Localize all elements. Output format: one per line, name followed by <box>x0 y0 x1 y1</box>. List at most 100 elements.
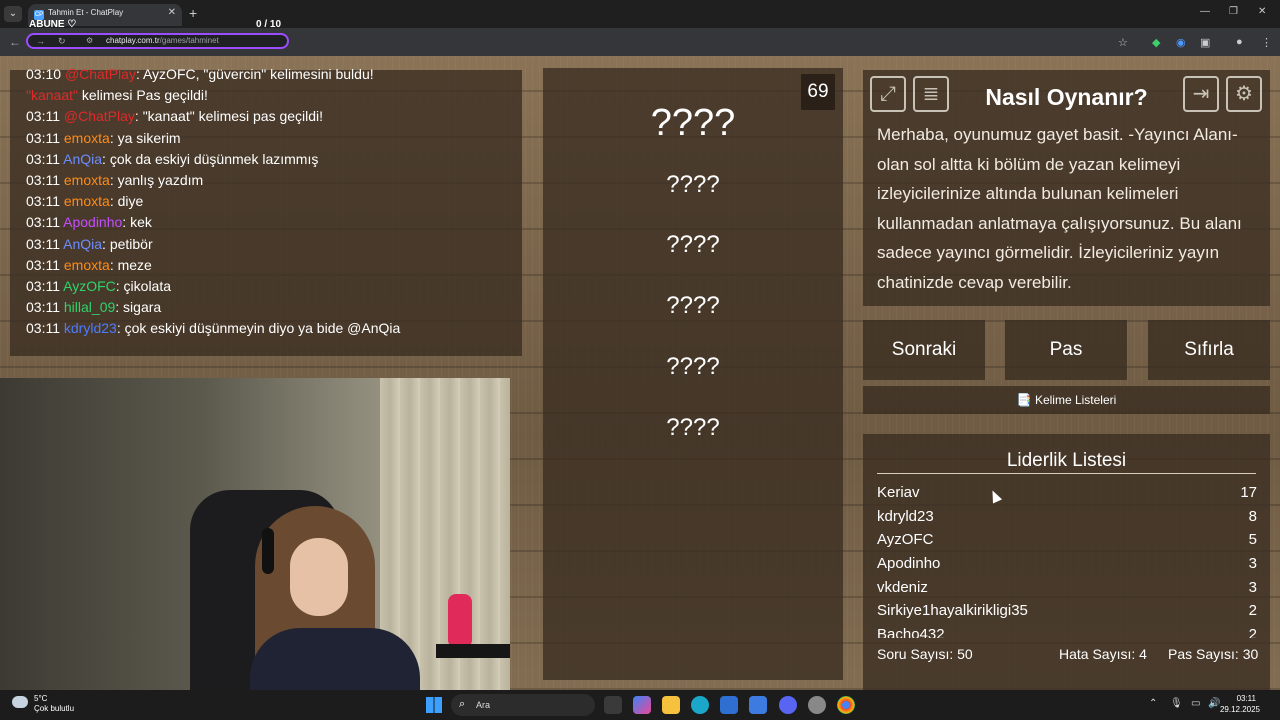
minimize-icon[interactable]: — <box>1200 6 1210 17</box>
back-icon[interactable]: ← <box>9 35 21 49</box>
chat-username[interactable]: AyzOFC <box>63 278 116 294</box>
chat-message: 03:11 hillal_09: sigara <box>26 299 161 315</box>
leaderboard-score: 5 <box>1248 531 1257 549</box>
chat-username[interactable]: AnQia <box>63 236 102 252</box>
words-panel: ???? ???? ???? ???? ???? ???? 69 <box>543 68 843 680</box>
store-icon[interactable] <box>720 696 738 714</box>
url-input[interactable]: → ↻ ⚙ chatplay.com.tr/games/tahminet <box>26 33 289 49</box>
target-word: ???? <box>650 102 736 144</box>
chat-message: 03:11 emoxta: diye <box>26 193 143 209</box>
chat-text: : petibör <box>102 235 153 252</box>
pass-button[interactable]: Pas <box>1005 320 1127 380</box>
chat-username[interactable]: AnQia <box>63 151 102 167</box>
forward-icon[interactable]: → <box>36 36 45 46</box>
chrome-icon[interactable] <box>837 696 855 714</box>
exit-icon[interactable]: ⇥ <box>1183 76 1219 112</box>
leaderboard-name: vkdeniz <box>877 578 928 596</box>
forbidden-word: ???? <box>666 171 720 198</box>
chat-username[interactable]: emoxta <box>64 193 110 209</box>
url-text: chatplay.com.tr/games/tahminet <box>106 36 219 45</box>
chat-username[interactable]: @ChatPlay <box>65 66 136 82</box>
file-explorer-icon[interactable] <box>662 696 680 714</box>
leaderboard-score: 2 <box>1248 626 1257 638</box>
copilot-icon[interactable] <box>633 696 651 714</box>
word-lists-button[interactable]: 📑 Kelime Listeleri <box>863 386 1270 414</box>
chat-message: 03:11 @ChatPlay: "kanaat" kelimesi pas g… <box>26 108 323 124</box>
tab-close-icon[interactable]: ✕ <box>168 7 176 18</box>
settings-gear-icon[interactable]: ⚙ <box>1226 76 1262 112</box>
leaderboard-row: Apodinho 3 <box>877 553 1257 577</box>
search-placeholder: Ara <box>476 700 491 710</box>
obs-icon[interactable] <box>808 696 826 714</box>
chat-username[interactable]: emoxta <box>64 257 110 273</box>
forbidden-word: ???? <box>666 292 720 319</box>
chat-timestamp: 03:11 <box>26 108 60 125</box>
site-info-icon[interactable]: ⚙ <box>86 36 93 45</box>
chat-timestamp: 03:11 <box>26 235 60 252</box>
forbidden-word: ???? <box>666 231 720 258</box>
leaderboard-row: AyzOFC 5 <box>877 529 1257 553</box>
chat-username[interactable]: @ChatPlay <box>64 108 135 124</box>
chat-message: 03:11 emoxta: yanlış yazdım <box>26 172 203 188</box>
chat-message: 03:11 AnQia: petibör <box>26 236 153 252</box>
chat-username[interactable]: emoxta <box>64 172 110 188</box>
extension-audio-icon[interactable]: ◉ <box>1176 36 1186 49</box>
extensions-puzzle-icon[interactable]: ▣ <box>1200 36 1210 49</box>
chat-text: : çikolata <box>115 278 172 294</box>
chat-username[interactable]: "kanaat" <box>26 87 78 103</box>
weather-desc: Çok bulutlu <box>34 704 75 713</box>
game-page: 03:10 @ChatPlay: AyzOFC, "güvercin" keli… <box>0 56 1280 690</box>
chat-panel: 03:10 @ChatPlay: AyzOFC, "güvercin" keli… <box>10 66 522 356</box>
countdown-timer: 69 <box>801 74 835 110</box>
leaderboard-list[interactable]: Keriav 17 kdryld23 8 AyzOFC 5 Apodinho 3 vkdeniz… <box>877 482 1257 638</box>
tab-search-icon[interactable]: ⌄ <box>4 6 22 22</box>
howto-panel: ⤢ ≣ Nasıl Oynanır? ⇥ ⚙ Merhaba, oyunumuz… <box>863 70 1270 306</box>
chat-text: : ya sikerim <box>109 129 181 146</box>
pass-count: Pas Sayısı: 30 <box>1168 646 1259 662</box>
mail-icon[interactable] <box>749 696 767 714</box>
chat-username[interactable]: emoxta <box>64 130 110 146</box>
browser-menu-icon[interactable]: ⋮ <box>1261 36 1272 49</box>
leaderboard-panel: Liderlik Listesi Keriav 17 kdryld23 8 AyzOFC… <box>863 434 1270 690</box>
webcam-microphone <box>448 594 472 648</box>
leaderboard-name: AyzOFC <box>877 531 934 549</box>
leaderboard-row: Sirkiye1hayalkirikligi35 2 <box>877 600 1257 624</box>
forbidden-word: ???? <box>666 353 720 380</box>
chat-message: 03:11 AnQia: çok da eskiyi düşünmek lazı… <box>26 151 318 167</box>
webcam-person-body <box>250 628 420 690</box>
discord-icon[interactable] <box>779 696 797 714</box>
leaderboard-name: Keriav <box>877 484 920 501</box>
leaderboard-score: 2 <box>1248 602 1257 620</box>
leaderboard-score: 3 <box>1248 578 1257 596</box>
chat-text: : yanlış yazdım <box>109 172 204 188</box>
chat-text: : çok da eskiyi düşünmek lazımmış <box>102 150 319 167</box>
profile-avatar-icon[interactable]: ● <box>1236 36 1243 48</box>
chat-username[interactable]: hillal_09 <box>64 299 115 315</box>
reset-button[interactable]: Sıfırla <box>1148 320 1270 380</box>
edge-icon[interactable] <box>691 696 709 714</box>
network-icon[interactable]: ▭ <box>1191 698 1200 709</box>
chat-username[interactable]: Apodinho <box>63 214 122 230</box>
chat-username[interactable]: kdryld23 <box>64 320 117 336</box>
microphone-icon[interactable]: 🎙 <box>1170 698 1183 709</box>
search-icon: ⌕ <box>459 698 466 710</box>
volume-icon[interactable]: 🔊 <box>1208 698 1220 709</box>
close-window-icon[interactable]: ✕ <box>1258 6 1266 17</box>
tray-overflow-icon[interactable]: ⌃ <box>1149 698 1157 709</box>
cloud-icon <box>12 696 28 708</box>
maximize-icon[interactable]: ❐ <box>1229 6 1238 17</box>
leaderboard-row: vkdeniz 3 <box>877 577 1257 601</box>
chat-timestamp: 03:11 <box>26 214 60 231</box>
url-host: chatplay.com.tr <box>106 36 160 45</box>
chat-timestamp: 03:11 <box>26 150 60 167</box>
new-tab-icon[interactable]: + <box>189 5 197 21</box>
task-view-icon[interactable] <box>604 696 622 714</box>
windows-start-icon[interactable] <box>426 697 442 713</box>
webcam-headset <box>262 528 274 574</box>
reload-icon[interactable]: ↻ <box>58 36 66 47</box>
chat-message: 03:11 AyzOFC: çikolata <box>26 278 171 294</box>
bookmark-star-icon[interactable]: ☆ <box>1118 36 1128 49</box>
next-button[interactable]: Sonraki <box>863 320 985 380</box>
extension-shield-icon[interactable]: ◆ <box>1152 36 1160 49</box>
taskbar-search[interactable]: ⌕ Ara <box>451 694 595 716</box>
